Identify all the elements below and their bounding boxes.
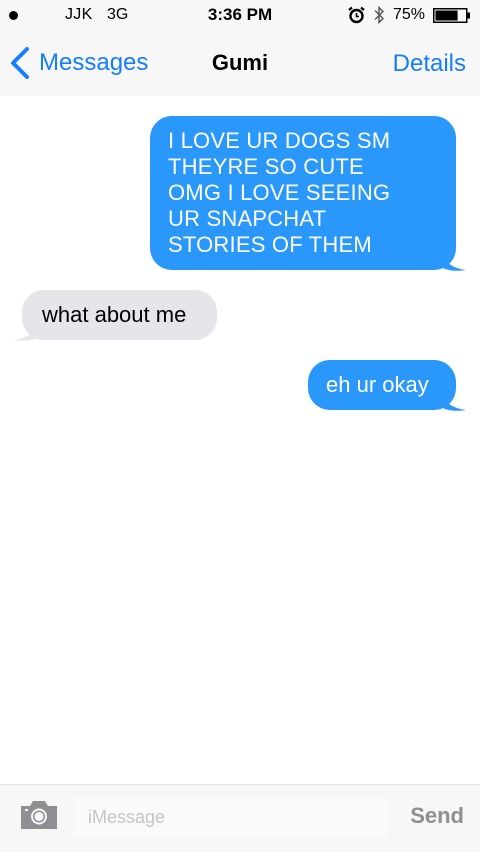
- camera-icon[interactable]: [19, 799, 59, 831]
- alarm-icon: [348, 6, 365, 24]
- nav-bar: Messages Gumi Details: [0, 30, 480, 96]
- message-line: OMG I LOVE SEEING: [168, 180, 391, 205]
- sent-message-bubble[interactable]: eh ur okay: [308, 360, 456, 410]
- battery-icon: [433, 8, 470, 23]
- received-message-bubble[interactable]: what about me: [22, 290, 217, 340]
- message-line: STORIES OF THEM: [168, 232, 372, 257]
- message-line: I LOVE UR DOGS SM: [168, 128, 391, 153]
- battery-percent: 75%: [393, 6, 426, 23]
- message-text: eh ur okay: [326, 372, 429, 397]
- message-line: THEYRE SO CUTE: [168, 154, 364, 179]
- sent-message-bubble[interactable]: I LOVE UR DOGS SM THEYRE SO CUTE OMG I L…: [150, 116, 456, 270]
- message-text: what about me: [42, 302, 187, 327]
- bluetooth-icon: [374, 5, 384, 25]
- send-button[interactable]: Send: [410, 803, 464, 829]
- status-bar: JJK 3G 3:36 PM 75%: [0, 0, 480, 30]
- conversation[interactable]: I LOVE UR DOGS SM THEYRE SO CUTE OMG I L…: [0, 96, 480, 784]
- details-button[interactable]: Details: [393, 50, 466, 78]
- input-bar: Send: [0, 784, 480, 852]
- message-input[interactable]: [74, 797, 388, 837]
- message-line: UR SNAPCHAT: [168, 206, 327, 231]
